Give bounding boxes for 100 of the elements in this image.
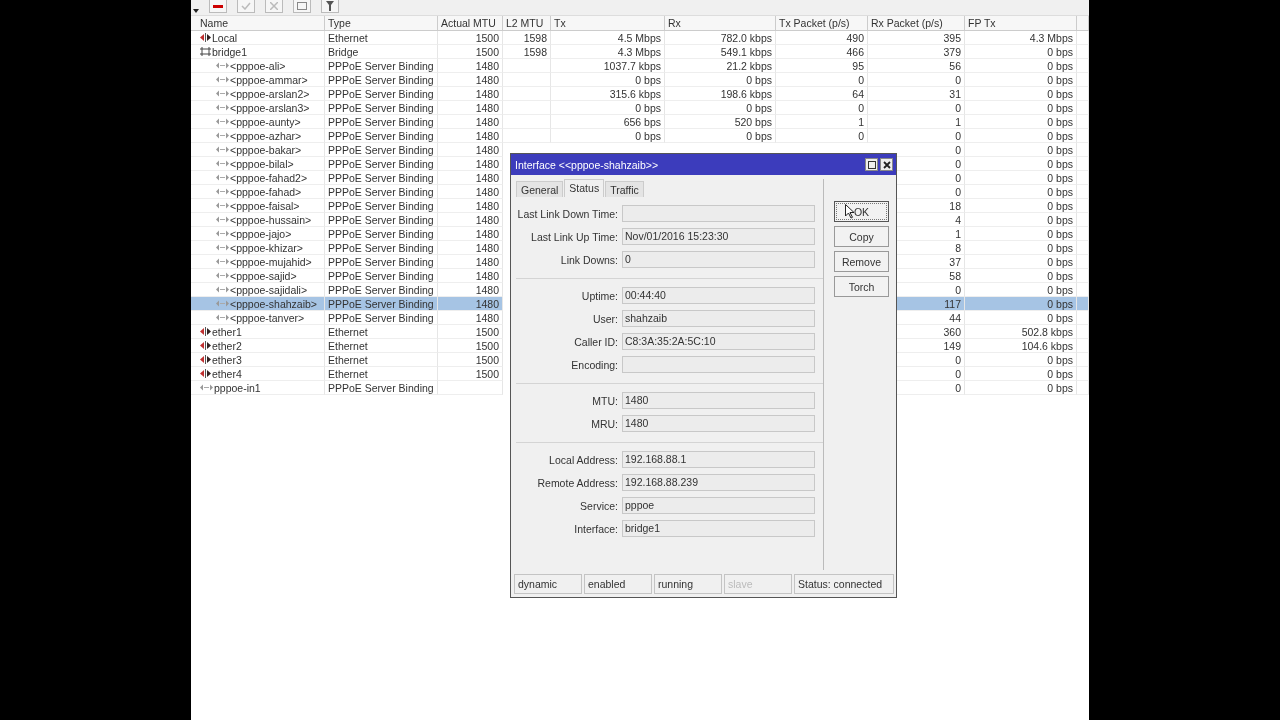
input-field[interactable]: Nov/01/2016 15:23:30 <box>622 228 815 245</box>
table-cell: 0 bps <box>965 73 1077 87</box>
column-header[interactable]: Type <box>325 16 438 31</box>
interface-name: <pppoe-arslan3> <box>230 100 310 115</box>
column-header[interactable]: Rx <box>665 16 776 31</box>
table-cell: 21.2 kbps <box>665 59 776 73</box>
column-header[interactable]: Rx Packet (p/s) <box>868 16 965 31</box>
name-cell[interactable]: <pppoe-bilal> <box>197 157 325 171</box>
interface-name: <pppoe-aunty> <box>230 114 301 129</box>
table-cell: 0 bps <box>665 73 776 87</box>
name-cell[interactable]: pppoe-in1 <box>197 381 325 395</box>
dialog-button[interactable]: Torch <box>834 276 889 297</box>
table-cell: PPPoE Server Binding <box>325 115 438 129</box>
table-cell: 0 bps <box>965 311 1077 325</box>
table-cell: PPPoE Server Binding <box>325 199 438 213</box>
name-cell[interactable]: <pppoe-shahzaib> <box>197 297 325 311</box>
field-label: Service: <box>579 499 618 512</box>
table-cell: 1480 <box>438 185 503 199</box>
table-cell: 1480 <box>438 283 503 297</box>
table-cell: 490 <box>776 31 868 45</box>
name-cell[interactable]: <pppoe-hussain> <box>197 213 325 227</box>
column-header[interactable]: Tx <box>551 16 665 31</box>
input-field[interactable]: 00:44:40 <box>622 287 815 304</box>
name-cell[interactable]: ether2 <box>197 339 325 353</box>
name-cell[interactable]: <pppoe-fahad2> <box>197 171 325 185</box>
name-cell[interactable]: Local <box>197 31 325 45</box>
name-cell[interactable]: <pppoe-ammar> <box>197 73 325 87</box>
table-cell: 502.8 kbps <box>965 325 1077 339</box>
input-field[interactable]: 1480 <box>622 415 815 432</box>
input-field[interactable]: 192.168.88.1 <box>622 451 815 468</box>
interface-name: <pppoe-mujahid> <box>230 254 312 269</box>
table-cell: PPPoE Server Binding <box>325 269 438 283</box>
table-cell: 0 bps <box>965 87 1077 101</box>
table-cell: 1480 <box>438 171 503 185</box>
table-cell: 379 <box>868 45 965 59</box>
name-cell[interactable]: <pppoe-khizar> <box>197 241 325 255</box>
status-cell: running <box>654 574 722 594</box>
interface-name: <pppoe-fahad> <box>230 184 302 199</box>
table-cell: 1480 <box>438 115 503 129</box>
tab[interactable]: Status <box>564 179 605 197</box>
table-cell: 1500 <box>438 353 503 367</box>
input-field[interactable]: pppoe <box>622 497 815 514</box>
table-cell: 1598 <box>503 31 551 45</box>
table-cell: 0 bps <box>965 297 1077 311</box>
table-cell: PPPoE Server Binding <box>325 87 438 101</box>
dialog-button[interactable]: OK <box>834 201 889 222</box>
name-cell[interactable]: <pppoe-sajidali> <box>197 283 325 297</box>
table-cell: 0 bps <box>965 367 1077 381</box>
table-cell: PPPoE Server Binding <box>325 101 438 115</box>
dialog-button[interactable]: Remove <box>834 251 889 272</box>
field-label: Uptime: <box>580 289 618 302</box>
name-cell[interactable]: <pppoe-fahad> <box>197 185 325 199</box>
table-cell: PPPoE Server Binding <box>325 255 438 269</box>
column-header[interactable]: L2 MTU <box>503 16 551 31</box>
input-field[interactable]: shahzaib <box>622 310 815 327</box>
interface-name: ether2 <box>212 338 242 353</box>
name-cell[interactable]: ether3 <box>197 353 325 367</box>
interface-name: <pppoe-jajo> <box>230 226 292 241</box>
table-cell: 1500 <box>438 325 503 339</box>
input-field[interactable]: bridge1 <box>622 520 815 537</box>
input-field[interactable]: 1480 <box>622 392 815 409</box>
column-header[interactable]: Name <box>197 16 325 31</box>
table-cell: 315.6 kbps <box>551 87 665 101</box>
table-cell: 1480 <box>438 101 503 115</box>
table-cell: 1500 <box>438 339 503 353</box>
table-cell: PPPoE Server Binding <box>325 171 438 185</box>
name-cell[interactable]: <pppoe-arslan2> <box>197 87 325 101</box>
tab[interactable]: General <box>516 181 564 197</box>
table-cell: 0 bps <box>965 199 1077 213</box>
field-label: Last Link Down Time: <box>516 207 618 220</box>
name-cell[interactable]: <pppoe-faisal> <box>197 199 325 213</box>
name-cell[interactable]: <pppoe-aunty> <box>197 115 325 129</box>
tab[interactable]: Traffic <box>605 181 644 197</box>
name-cell[interactable]: <pppoe-jajo> <box>197 227 325 241</box>
column-header[interactable]: FP Tx <box>965 16 1077 31</box>
table-cell: 1480 <box>438 143 503 157</box>
table-cell: 1480 <box>438 227 503 241</box>
name-cell[interactable]: <pppoe-sajid> <box>197 269 325 283</box>
name-cell[interactable]: <pppoe-tanver> <box>197 311 325 325</box>
table-cell: 0 bps <box>965 353 1077 367</box>
input-field[interactable]: 192.168.88.239 <box>622 474 815 491</box>
input-field[interactable]: 0 <box>622 251 815 268</box>
dialog-button[interactable]: Copy <box>834 226 889 247</box>
name-cell[interactable]: <pppoe-azhar> <box>197 129 325 143</box>
name-cell[interactable]: <pppoe-bakar> <box>197 143 325 157</box>
table-cell: 31 <box>868 87 965 101</box>
name-cell[interactable]: <pppoe-mujahid> <box>197 255 325 269</box>
input-field[interactable]: C8:3A:35:2A:5C:10 <box>622 333 815 350</box>
name-cell[interactable]: ether1 <box>197 325 325 339</box>
column-header[interactable]: Tx Packet (p/s) <box>776 16 868 31</box>
table-cell: 198.6 kbps <box>665 87 776 101</box>
name-cell[interactable]: <pppoe-arslan3> <box>197 101 325 115</box>
table-cell: 1037.7 kbps <box>551 59 665 73</box>
name-cell[interactable]: ether4 <box>197 367 325 381</box>
table-cell: 520 bps <box>665 115 776 129</box>
name-cell[interactable]: <pppoe-ali> <box>197 59 325 73</box>
column-header[interactable]: Actual MTU <box>438 16 503 31</box>
table-cell: 0 bps <box>665 101 776 115</box>
name-cell[interactable]: bridge1 <box>197 45 325 59</box>
table-cell: PPPoE Server Binding <box>325 381 438 395</box>
